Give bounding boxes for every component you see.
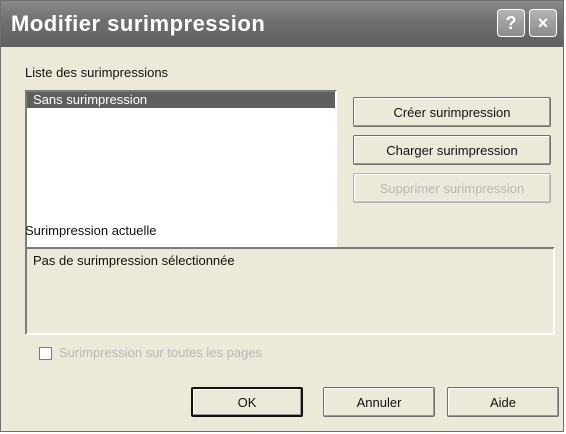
- ok-button[interactable]: OK: [191, 387, 303, 417]
- title-bar: Modifier surimpression ? ×: [1, 1, 563, 47]
- help-button[interactable]: Aide: [447, 387, 559, 417]
- close-icon[interactable]: ×: [529, 9, 557, 37]
- delete-overlay-button: Supprimer surimpression: [353, 173, 551, 203]
- dialog-content: Liste des surimpressions Sans surimpress…: [11, 57, 559, 429]
- load-overlay-button[interactable]: Charger surimpression: [353, 135, 551, 165]
- current-overlay-text: Pas de surimpression sélectionnée: [33, 253, 235, 268]
- list-item[interactable]: Sans surimpression: [27, 92, 335, 108]
- all-pages-checkbox-label: Surimpression sur toutes les pages: [59, 345, 263, 360]
- window-title: Modifier surimpression: [11, 11, 266, 36]
- dialog-window: Modifier surimpression ? × Liste des sur…: [0, 0, 564, 432]
- help-icon[interactable]: ?: [497, 9, 525, 37]
- all-pages-checkbox[interactable]: [39, 347, 52, 360]
- current-label: Surimpression actuelle: [25, 223, 157, 238]
- current-overlay-box: Pas de surimpression sélectionnée: [25, 247, 555, 335]
- create-overlay-button[interactable]: Créer surimpression: [353, 97, 551, 127]
- list-label: Liste des surimpressions: [25, 65, 169, 80]
- cancel-button[interactable]: Annuler: [323, 387, 435, 417]
